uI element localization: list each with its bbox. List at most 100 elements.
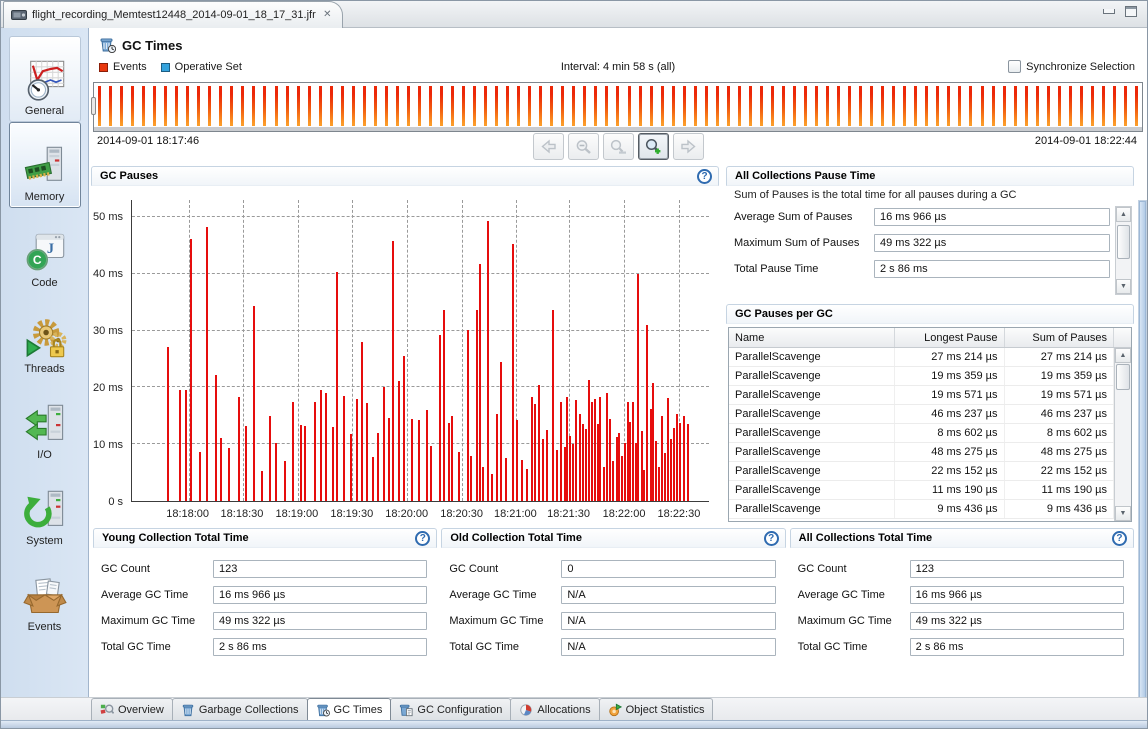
zoom-selection-button[interactable] [603, 133, 634, 160]
timeline-event-bar [252, 86, 255, 126]
field-value[interactable] [910, 612, 1124, 630]
synchronize-checkbox[interactable] [1008, 60, 1021, 73]
column-header-name[interactable]: Name [729, 328, 895, 347]
page-scrollbar[interactable] [1138, 200, 1147, 697]
column-header-sum-of-pauses[interactable]: Sum of Pauses [1005, 328, 1115, 347]
page-header: GC Times [91, 28, 1145, 56]
table-row[interactable]: ParallelScavenge11 ms 190 µs11 ms 190 µs [729, 481, 1114, 500]
field-value[interactable] [874, 208, 1110, 226]
summary-row-item: Total GC Time [798, 634, 1124, 660]
table-row[interactable]: ParallelScavenge19 ms 571 µs19 ms 571 µs [729, 386, 1114, 405]
y-tick-label: 10 ms [91, 439, 123, 451]
sidebar-item-label: Memory [25, 191, 65, 203]
scroll-up-icon[interactable]: ▲ [1116, 207, 1131, 222]
gc-pause-bar [618, 433, 620, 501]
table-row[interactable]: ParallelScavenge48 ms 275 µs48 ms 275 µs [729, 443, 1114, 462]
scrollbar-thumb[interactable] [1139, 201, 1146, 697]
zoom-out-button[interactable] [568, 133, 599, 160]
table-row[interactable]: ParallelScavenge46 ms 237 µs46 ms 237 µs [729, 405, 1114, 424]
tab-garbage-collections[interactable]: Garbage Collections [172, 698, 308, 720]
history-back-button[interactable] [533, 133, 564, 160]
gc-pause-bar [546, 430, 548, 501]
summary-row-item: GC Count [101, 556, 427, 582]
table-cell: 46 ms 237 µs [1005, 405, 1115, 423]
scroll-up-icon[interactable]: ▲ [1115, 348, 1131, 363]
scroll-down-icon[interactable]: ▼ [1116, 279, 1131, 294]
close-icon[interactable]: ✕ [321, 8, 334, 21]
gc-pause-bar [575, 400, 577, 501]
pause-time-scrollbar[interactable]: ▲ ▼ [1115, 206, 1132, 295]
timeline-event-bar [1058, 86, 1061, 126]
gc-pauses-per-gc-section: GC Pauses per GC Name Longest Pause Sum … [726, 304, 1134, 524]
table-row[interactable]: ParallelScavenge22 ms 152 µs22 ms 152 µs [729, 462, 1114, 481]
sidebar-item-general[interactable]: General [9, 36, 81, 122]
help-icon[interactable]: ? [697, 169, 712, 184]
maximize-icon[interactable] [1125, 6, 1137, 17]
svg-text:J: J [46, 241, 53, 257]
timeline-event-bar [639, 86, 642, 126]
field-value[interactable] [910, 560, 1124, 578]
field-value[interactable] [213, 638, 427, 656]
tab-gc-times[interactable]: GC Times [307, 698, 392, 720]
sidebar-item-code[interactable]: JC Code [9, 208, 81, 294]
editor-tab-flight-recording[interactable]: flight_recording_Memtest12448_2014-09-01… [3, 1, 343, 28]
synchronize-label: Synchronize Selection [1026, 61, 1135, 73]
timeline-overview[interactable] [93, 82, 1143, 132]
help-icon[interactable]: ? [1112, 531, 1127, 546]
summary-row-item: Average GC Time [798, 582, 1124, 608]
gc-pause-bar [487, 221, 489, 501]
sidebar-item-io[interactable]: I/O [9, 380, 81, 466]
gc-pause-bar [418, 420, 420, 501]
field-value[interactable] [561, 560, 775, 578]
timeline-event-bar [837, 86, 840, 126]
gc-pauses-header: GC Pauses ? [91, 166, 719, 186]
history-forward-button[interactable] [673, 133, 704, 160]
field-value[interactable] [561, 612, 775, 630]
scrollbar-thumb[interactable] [1117, 225, 1130, 259]
table-row[interactable]: ParallelScavenge27 ms 214 µs27 ms 214 µs [729, 348, 1114, 367]
sidebar-item-events[interactable]: Events [9, 552, 81, 638]
field-value[interactable] [561, 586, 775, 604]
help-icon[interactable]: ? [415, 531, 430, 546]
gc-pause-bar [336, 272, 338, 501]
timeline-range-handle[interactable] [91, 97, 96, 115]
gc-pause-bar [320, 390, 322, 501]
sidebar-item-memory[interactable]: Memory [9, 122, 81, 208]
scroll-down-icon[interactable]: ▼ [1115, 506, 1131, 521]
sidebar-item-system[interactable]: System [9, 466, 81, 552]
field-value[interactable] [561, 638, 775, 656]
field-value[interactable] [874, 260, 1110, 278]
table-row[interactable]: ParallelScavenge19 ms 359 µs19 ms 359 µs [729, 367, 1114, 386]
field-value[interactable] [213, 612, 427, 630]
gc-pause-bar [476, 310, 478, 501]
tab-gc-configuration[interactable]: GC Configuration [390, 698, 511, 720]
synchronize-selection[interactable]: Synchronize Selection [1008, 60, 1135, 73]
minimize-icon[interactable] [1103, 9, 1115, 14]
table-row[interactable]: ParallelScavenge9 ms 436 µs9 ms 436 µs [729, 500, 1114, 519]
gc-pause-bar [526, 469, 528, 501]
gc-pause-bar [361, 342, 363, 501]
tab-object-statistics[interactable]: Object Statistics [599, 698, 714, 720]
jmc-window: flight_recording_Memtest12448_2014-09-01… [0, 0, 1148, 729]
timeline-event-bar [164, 86, 167, 126]
sidebar-item-threads[interactable]: Threads [9, 294, 81, 380]
scrollbar-thumb[interactable] [1116, 364, 1130, 390]
field-value[interactable] [874, 234, 1110, 252]
zoom-in-button[interactable] [638, 133, 669, 160]
table-scrollbar[interactable]: ▲ ▼ [1114, 348, 1131, 521]
tab-allocations[interactable]: Allocations [510, 698, 599, 720]
table-row[interactable]: ParallelScavenge8 ms 602 µs8 ms 602 µs [729, 424, 1114, 443]
tab-overview[interactable]: Overview [91, 698, 173, 720]
field-value[interactable] [910, 638, 1124, 656]
column-header-longest-pause[interactable]: Longest Pause [895, 328, 1005, 347]
gc-pauses-plot[interactable] [131, 200, 709, 502]
field-value[interactable] [910, 586, 1124, 604]
field-value[interactable] [213, 560, 427, 578]
field-value[interactable] [213, 586, 427, 604]
timeline-event-bar [263, 86, 266, 126]
timeline-event-bar [771, 86, 774, 126]
help-icon[interactable]: ? [764, 531, 779, 546]
svg-text:C: C [32, 253, 41, 267]
field-label: Average GC Time [101, 589, 213, 601]
gc-pause-bar [238, 397, 240, 501]
